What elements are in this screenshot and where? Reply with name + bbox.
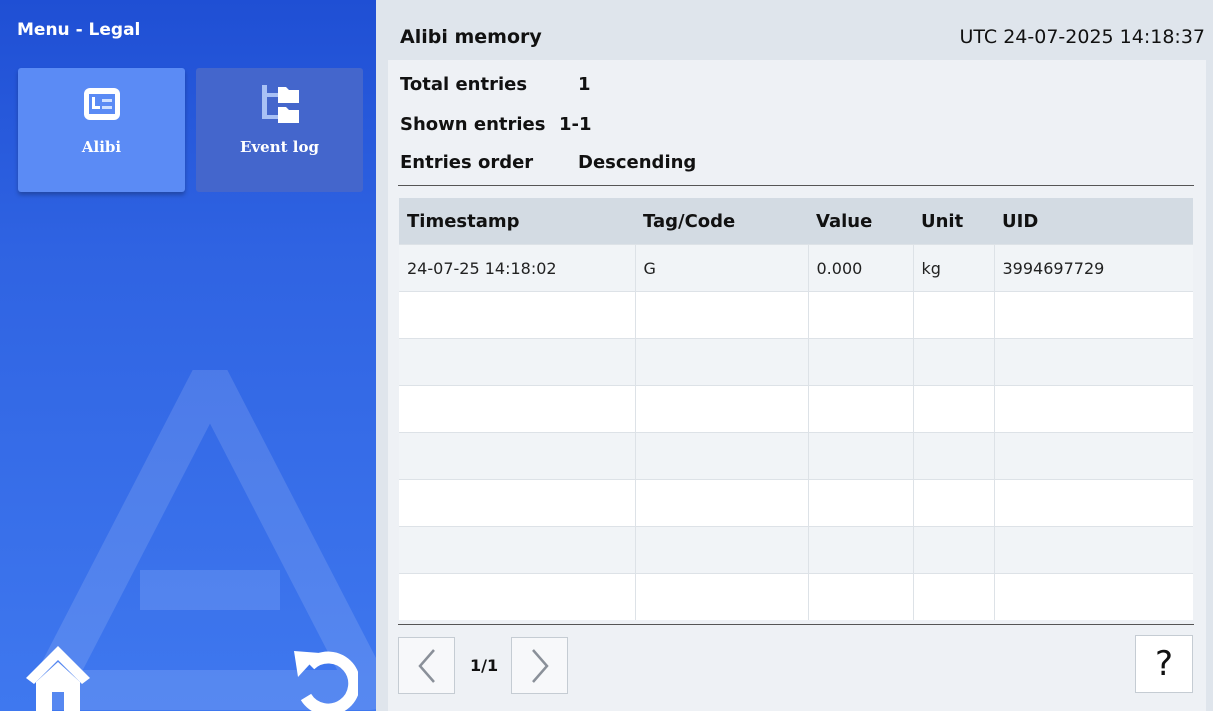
column-header-unit: Unit: [913, 198, 994, 245]
back-icon: [294, 651, 361, 711]
shown-entries-label: Shown entries: [400, 114, 546, 135]
table-row-empty: [399, 432, 1193, 480]
alibi-list-icon: [82, 84, 122, 124]
empty-cell: [993, 338, 1193, 386]
empty-cell: [634, 573, 808, 620]
empty-cell: [399, 338, 635, 386]
empty-cell: [634, 385, 808, 433]
sidebar-item-alibi[interactable]: Alibi: [18, 68, 185, 192]
table-row-empty: [399, 385, 1193, 433]
home-icon: [26, 646, 90, 711]
column-header-tag: Tag/Code: [635, 198, 808, 245]
table-header-row: Timestamp Tag/Code Value Unit UID: [399, 198, 1193, 245]
empty-cell: [399, 432, 635, 480]
empty-cell: [807, 338, 913, 386]
empty-cell: [912, 526, 994, 574]
empty-cell: [807, 432, 913, 480]
column-header-timestamp: Timestamp: [399, 198, 635, 245]
sidebar: Menu - Legal Alibi Event log: [0, 0, 376, 711]
empty-cell: [993, 526, 1193, 574]
table-row-empty: [399, 526, 1193, 574]
empty-cell: [807, 479, 913, 527]
total-entries-row: Total entries 1: [400, 74, 591, 95]
shown-entries-value: 1-1: [559, 114, 592, 135]
empty-cell: [993, 573, 1193, 620]
table-row-empty: [399, 338, 1193, 386]
total-entries-value: 1: [578, 74, 591, 95]
sidebar-item-label: Event log: [240, 138, 319, 156]
empty-cell: [912, 573, 994, 620]
empty-cell: [912, 479, 994, 527]
sidebar-item-label: Alibi: [81, 138, 122, 156]
table-row-empty: [399, 291, 1193, 339]
next-page-button[interactable]: [511, 637, 568, 694]
empty-cell: [634, 291, 808, 339]
folder-tree-icon: [260, 84, 300, 124]
total-entries-label: Total entries: [400, 74, 528, 95]
page-title: Alibi memory: [400, 26, 542, 48]
home-button[interactable]: [24, 642, 92, 711]
divider: [398, 185, 1194, 186]
cell-uid: 3994697729: [993, 244, 1193, 292]
alibi-table: Timestamp Tag/Code Value Unit UID 24-07-…: [399, 198, 1193, 620]
empty-cell: [634, 479, 808, 527]
empty-cell: [399, 526, 635, 574]
empty-cell: [912, 385, 994, 433]
column-header-value: Value: [808, 198, 913, 245]
empty-cell: [634, 432, 808, 480]
back-button[interactable]: [290, 647, 361, 711]
empty-cell: [993, 291, 1193, 339]
chevron-left-icon: [417, 648, 435, 683]
main-content: Total entries 1 Shown entries 1-1 Entrie…: [388, 60, 1206, 711]
empty-cell: [399, 479, 635, 527]
empty-cell: [912, 291, 994, 339]
table-row[interactable]: 24-07-25 14:18:02 G 0.000 kg 3994697729: [399, 244, 1193, 292]
empty-cell: [912, 338, 994, 386]
table-row-empty: [399, 479, 1193, 527]
prev-page-button[interactable]: [398, 637, 455, 694]
empty-cell: [993, 479, 1193, 527]
column-header-uid: UID: [994, 198, 1193, 245]
empty-cell: [993, 432, 1193, 480]
cell-value: 0.000: [807, 244, 913, 292]
empty-cell: [399, 385, 635, 433]
empty-cell: [912, 432, 994, 480]
empty-cell: [807, 385, 913, 433]
chevron-right-icon: [531, 648, 549, 683]
divider: [398, 624, 1194, 625]
sidebar-item-event-log[interactable]: Event log: [196, 68, 363, 192]
empty-cell: [807, 526, 913, 574]
empty-cell: [807, 573, 913, 620]
entries-order-value: Descending: [578, 152, 697, 173]
panel-header: Alibi memory UTC 24-07-2025 14:18:37: [376, 0, 1213, 58]
cell-unit: kg: [912, 244, 994, 292]
cell-timestamp: 24-07-25 14:18:02: [399, 244, 635, 292]
empty-cell: [634, 526, 808, 574]
shown-entries-row: Shown entries 1-1: [400, 114, 592, 135]
page-indicator: 1/1: [470, 656, 499, 675]
cell-tag: G: [634, 244, 808, 292]
datetime-display: UTC 24-07-2025 14:18:37: [959, 26, 1206, 48]
sidebar-title: Menu - Legal: [17, 20, 141, 40]
empty-cell: [807, 291, 913, 339]
empty-cell: [399, 291, 635, 339]
table-row-empty: [399, 573, 1193, 620]
empty-cell: [634, 338, 808, 386]
entries-order-row: Entries order Descending: [400, 152, 696, 173]
entries-order-label: Entries order: [400, 152, 534, 173]
help-button[interactable]: ?: [1135, 635, 1193, 693]
empty-cell: [993, 385, 1193, 433]
empty-cell: [399, 573, 635, 620]
